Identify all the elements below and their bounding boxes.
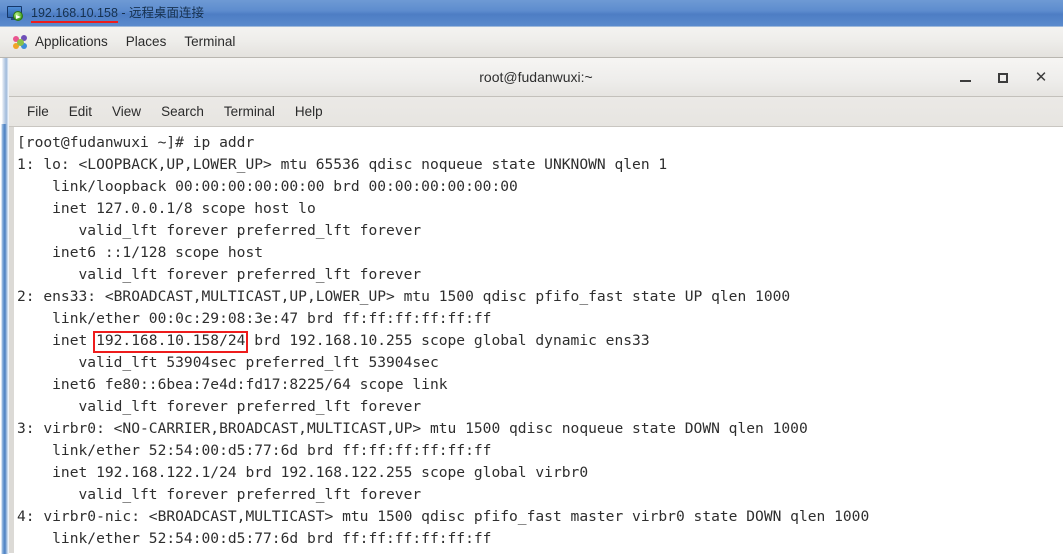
terminal-line: inet6 fe80::6bea:7e4d:fd17:8225/64 scope… bbox=[17, 376, 448, 393]
menu-places[interactable]: Places bbox=[117, 32, 176, 52]
window-controls: ✕ bbox=[957, 58, 1057, 97]
menu-applications-label: Applications bbox=[35, 34, 108, 50]
terminal-scrollbar[interactable] bbox=[9, 127, 14, 553]
terminal-line: link/ether 52:54:00:d5:77:6d brd ff:ff:f… bbox=[17, 442, 492, 459]
scrollbar-thumb[interactable] bbox=[9, 127, 14, 553]
terminal-line: inet 192.168.122.1/24 brd 192.168.122.25… bbox=[17, 464, 589, 481]
menu-terminal[interactable]: Terminal bbox=[214, 101, 285, 123]
terminal-line: link/ether 00:0c:29:08:3e:47 brd ff:ff:f… bbox=[17, 310, 492, 327]
terminal-line: valid_lft forever preferred_lft forever bbox=[17, 222, 422, 239]
menu-applications[interactable]: Applications bbox=[0, 32, 117, 53]
remote-desktop-icon bbox=[7, 5, 24, 21]
terminal-line: 1: lo: <LOOPBACK,UP,LOWER_UP> mtu 65536 … bbox=[17, 156, 668, 173]
rdp-titlebar: 192.168.10.158 - 远程桌面连接 bbox=[0, 0, 1063, 27]
terminal-line: 4: virbr0-nic: <BROADCAST,MULTICAST> mtu… bbox=[17, 508, 870, 525]
terminal-line: valid_lft forever preferred_lft forever bbox=[17, 398, 422, 415]
terminal-line: 2: ens33: <BROADCAST,MULTICAST,UP,LOWER_… bbox=[17, 288, 791, 305]
menu-terminal[interactable]: Terminal bbox=[175, 32, 244, 52]
terminal-line: inet 127.0.0.1/8 scope host lo bbox=[17, 200, 316, 217]
terminal-line: valid_lft forever preferred_lft forever bbox=[17, 266, 422, 283]
gnome-top-panel: Applications Places Terminal bbox=[0, 27, 1063, 58]
rdp-title-ip: 192.168.10.158 bbox=[31, 5, 118, 20]
window-frame-left-upper bbox=[0, 58, 9, 124]
applications-icon bbox=[13, 34, 28, 50]
menu-search[interactable]: Search bbox=[151, 101, 214, 123]
terminal-line: valid_lft 53904sec preferred_lft 53904se… bbox=[17, 354, 439, 371]
terminal-line: link/ether 52:54:00:d5:77:6d brd ff:ff:f… bbox=[17, 530, 492, 547]
terminal-output-area[interactable]: [root@fudanwuxi ~]# ip addr 1: lo: <LOOPB… bbox=[9, 127, 1063, 553]
remote-desktop-window: 192.168.10.158 - 远程桌面连接 Applications Pla… bbox=[0, 0, 1063, 554]
rdp-title: 192.168.10.158 - 远程桌面连接 bbox=[31, 7, 204, 20]
menu-help[interactable]: Help bbox=[285, 101, 333, 123]
terminal-line: inet 192.168.10.158/24 brd 192.168.10.25… bbox=[17, 332, 650, 349]
menu-edit[interactable]: Edit bbox=[59, 101, 102, 123]
terminal-line: [root@fudanwuxi ~]# netstat -ntpe | grep… bbox=[17, 550, 1063, 553]
terminal-menubar: File Edit View Search Terminal Help bbox=[9, 97, 1063, 127]
terminal-title: root@fudanwuxi:~ bbox=[479, 69, 593, 85]
rdp-title-suffix: - 远程桌面连接 bbox=[117, 5, 204, 20]
terminal-titlebar: root@fudanwuxi:~ ✕ bbox=[9, 58, 1063, 97]
terminal-line: inet6 ::1/128 scope host bbox=[17, 244, 264, 261]
terminal-line: link/loopback 00:00:00:00:00:00 brd 00:0… bbox=[17, 178, 518, 195]
terminal-line: valid_lft forever preferred_lft forever bbox=[17, 486, 422, 503]
menu-view[interactable]: View bbox=[102, 101, 151, 123]
minimize-button[interactable] bbox=[957, 70, 973, 86]
terminal-line: [root@fudanwuxi ~]# ip addr bbox=[17, 134, 255, 151]
menu-file[interactable]: File bbox=[17, 101, 59, 123]
maximize-button[interactable] bbox=[995, 70, 1011, 86]
terminal-text: [root@fudanwuxi ~]# ip addr 1: lo: <LOOPB… bbox=[17, 132, 1063, 553]
close-button[interactable]: ✕ bbox=[1033, 70, 1049, 86]
terminal-window: root@fudanwuxi:~ ✕ File Edit View Search… bbox=[9, 58, 1063, 554]
terminal-line: 3: virbr0: <NO-CARRIER,BROADCAST,MULTICA… bbox=[17, 420, 808, 437]
window-frame-left bbox=[0, 124, 9, 554]
